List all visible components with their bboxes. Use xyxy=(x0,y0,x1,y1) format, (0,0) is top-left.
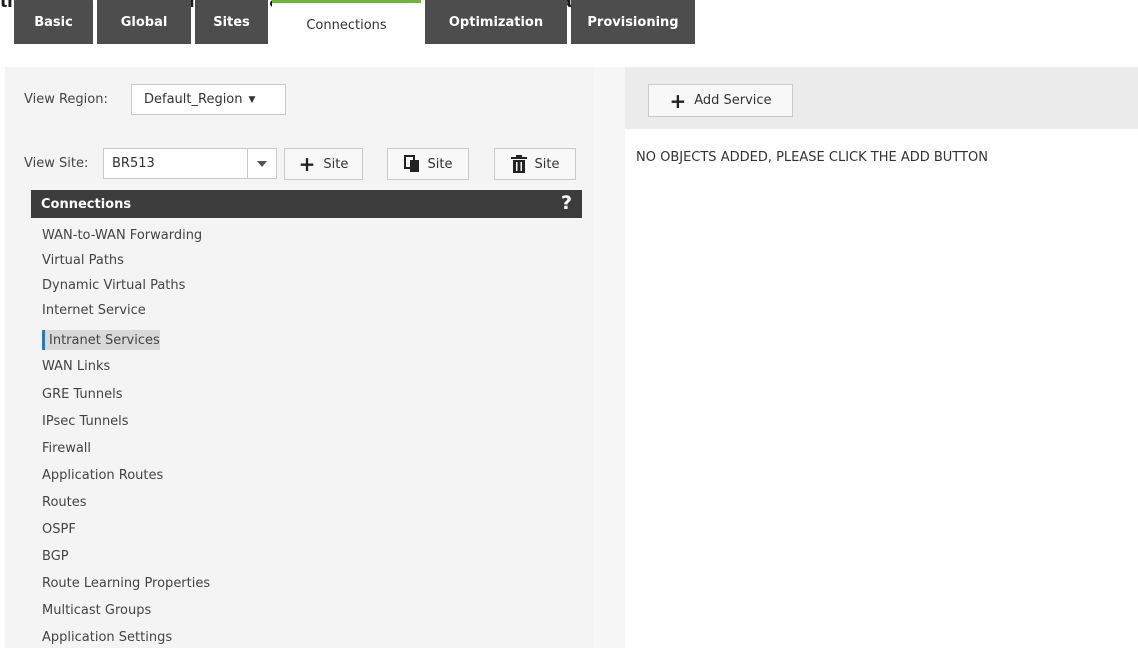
nav-item-wan-links[interactable]: WAN Links xyxy=(42,355,110,377)
right-content xyxy=(625,129,1138,648)
empty-state-message: NO OBJECTS ADDED, PLEASE CLICK THE ADD B… xyxy=(636,150,988,165)
copy-site-label: Site xyxy=(427,156,453,172)
nav-item-dynamic-virtual-paths[interactable]: Dynamic Virtual Paths xyxy=(42,274,185,296)
nav-item-gre-tunnels[interactable]: GRE Tunnels xyxy=(42,383,123,405)
tab-connections[interactable]: Connections xyxy=(272,0,421,48)
view-site-dropdown-button[interactable] xyxy=(247,148,277,179)
nav-item-routes[interactable]: Routes xyxy=(42,491,87,513)
copy-site-button[interactable]: Site xyxy=(387,148,469,180)
trash-icon xyxy=(510,155,527,173)
view-region-label: View Region: xyxy=(24,92,108,107)
nav-item-ipsec-tunnels[interactable]: IPsec Tunnels xyxy=(42,410,129,432)
nav-item-internet-service[interactable]: Internet Service xyxy=(42,299,146,321)
chevron-down-icon xyxy=(257,160,267,167)
copy-icon xyxy=(403,155,419,172)
plus-icon: + xyxy=(669,88,687,113)
nav-item-wan-to-wan-forwarding[interactable]: WAN-to-WAN Forwarding xyxy=(42,224,202,246)
add-site-label: Site xyxy=(323,156,349,172)
connections-header: Connections ? xyxy=(31,190,582,218)
add-site-button[interactable]: + Site xyxy=(284,148,363,180)
nav-item-virtual-paths[interactable]: Virtual Paths xyxy=(42,249,124,271)
nav-item-application-settings[interactable]: Application Settings xyxy=(42,626,172,648)
nav-item-multicast-groups[interactable]: Multicast Groups xyxy=(42,599,151,621)
nav-item-intranet-services[interactable]: Intranet Services xyxy=(42,330,160,350)
nav-item-ospf[interactable]: OSPF xyxy=(42,518,76,540)
tab-sites[interactable]: Sites xyxy=(195,0,268,44)
connections-title: Connections xyxy=(41,196,132,212)
nav-item-firewall[interactable]: Firewall xyxy=(42,437,91,459)
add-service-button[interactable]: + Add Service xyxy=(648,84,793,117)
chevron-down-icon: ▼ xyxy=(248,94,256,105)
help-icon[interactable]: ? xyxy=(561,192,572,214)
view-site-label: View Site: xyxy=(24,156,89,171)
tab-basic[interactable]: Basic xyxy=(14,0,93,44)
nav-item-application-routes[interactable]: Application Routes xyxy=(42,464,163,486)
tab-provisioning[interactable]: Provisioning xyxy=(571,0,695,44)
view-site-value: BR513 xyxy=(112,156,155,171)
add-service-label: Add Service xyxy=(694,93,772,108)
delete-site-button[interactable]: Site xyxy=(494,148,576,180)
nav-item-route-learning-properties[interactable]: Route Learning Properties xyxy=(42,572,210,594)
view-region-select[interactable]: Default_Region ▼ xyxy=(131,84,286,115)
tab-optimization[interactable]: Optimization xyxy=(425,0,567,44)
delete-site-label: Site xyxy=(534,156,560,172)
tab-global[interactable]: Global xyxy=(97,0,191,44)
nav-item-bgp[interactable]: BGP xyxy=(42,545,69,567)
view-site-input[interactable]: BR513 xyxy=(103,148,248,179)
plus-icon: + xyxy=(298,152,316,176)
view-region-value: Default_Region xyxy=(144,92,243,107)
